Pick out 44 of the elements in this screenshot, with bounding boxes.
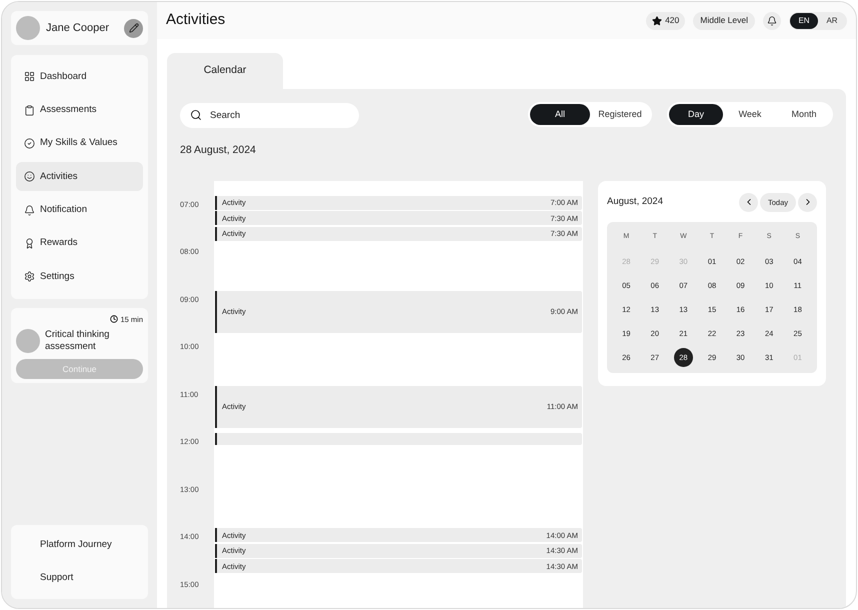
ribbon-icon xyxy=(24,238,35,250)
tab[interactable]: Calendar xyxy=(167,53,283,89)
avatar xyxy=(16,16,40,40)
pencil-icon xyxy=(128,23,138,33)
clipboard-icon xyxy=(24,104,35,116)
toggle-option[interactable]: Week xyxy=(723,104,777,125)
footer-link[interactable]: Support xyxy=(11,562,148,595)
nav-item[interactable]: My Skills & Values xyxy=(16,128,143,158)
language-option[interactable]: AR xyxy=(818,12,846,28)
edit-button[interactable] xyxy=(124,18,143,38)
nav-item[interactable]: Activities xyxy=(16,162,143,192)
date-heading: 28 August, 2024 xyxy=(180,143,257,158)
bell-icon xyxy=(767,16,777,26)
assessment-avatar xyxy=(16,328,40,353)
nav-item[interactable]: Settings xyxy=(16,262,143,292)
grid-icon xyxy=(24,71,35,82)
settings-icon xyxy=(24,271,35,282)
nav-item[interactable]: Notification xyxy=(16,196,143,225)
clock-icon xyxy=(110,315,118,324)
points-count: 420 xyxy=(665,14,680,27)
footer-link[interactable]: Platform Journey xyxy=(11,529,148,562)
toggle-option[interactable]: Day xyxy=(669,104,723,125)
level-badge: Middle Level xyxy=(693,12,755,30)
bell-icon xyxy=(24,204,35,216)
previous-button[interactable] xyxy=(739,192,758,212)
toggle-option[interactable]: Month xyxy=(777,104,831,125)
event-block[interactable] xyxy=(215,433,582,446)
search-icon xyxy=(190,108,202,120)
next-button[interactable] xyxy=(798,192,817,212)
page-title: Activities xyxy=(166,10,226,30)
nav-item[interactable]: Dashboard xyxy=(16,62,143,92)
user-name: Jane Cooper xyxy=(46,20,110,36)
language-option[interactable]: EN xyxy=(790,12,818,28)
month-title: August, 2024 xyxy=(607,195,664,210)
nav-item[interactable]: Assessments xyxy=(16,96,143,125)
notification-button[interactable] xyxy=(763,12,781,30)
star-icon xyxy=(652,16,662,26)
check-circle-icon xyxy=(24,138,35,149)
assessment-title: Critical thinking assessment xyxy=(45,328,110,353)
toggle-option[interactable]: All xyxy=(530,104,590,125)
nav-item[interactable]: Rewards xyxy=(16,229,143,258)
search-field[interactable]: Search xyxy=(180,103,359,128)
toggle-option[interactable]: Registered xyxy=(590,104,650,125)
smiley-icon xyxy=(24,171,35,182)
